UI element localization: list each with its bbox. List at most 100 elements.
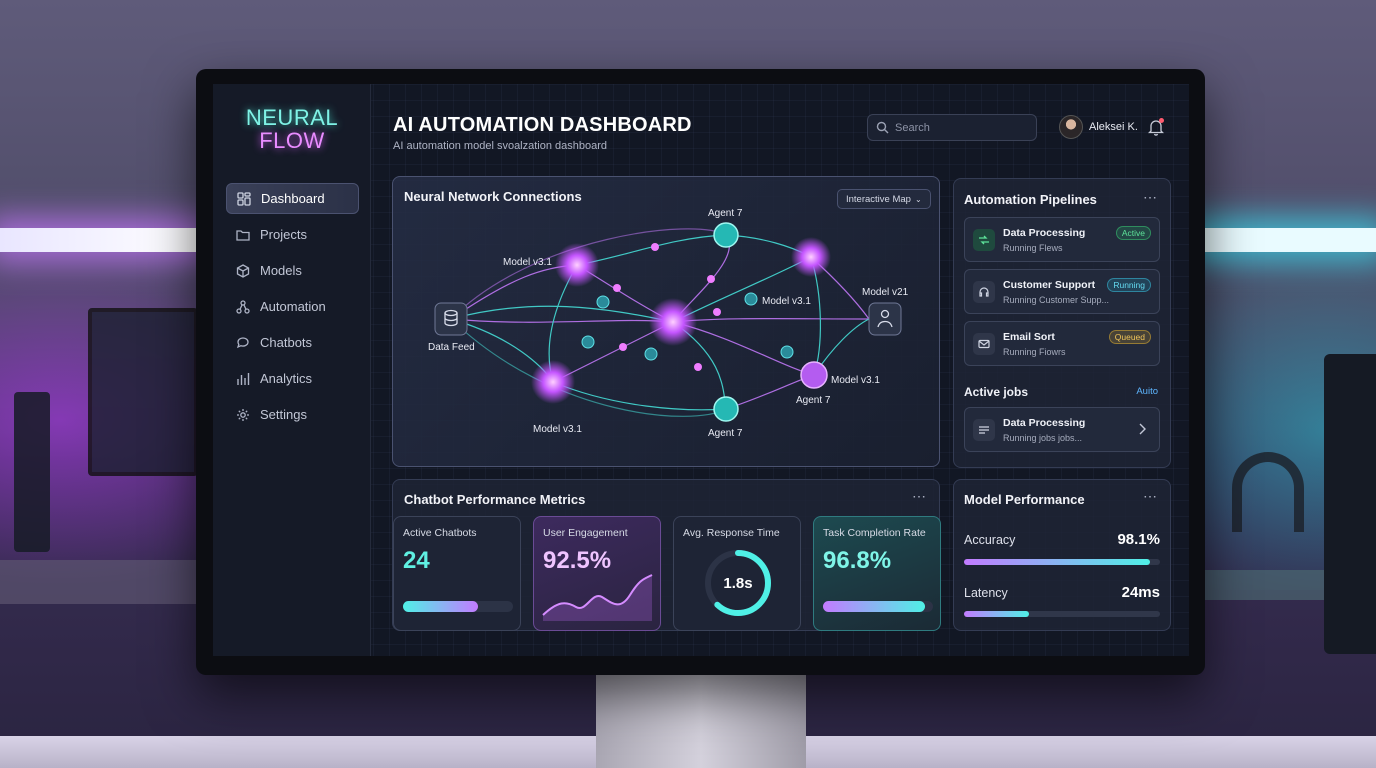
sidebar-nav: Dashboard Projects Models Automation Cha…: [226, 183, 359, 435]
task-completion-tile[interactable]: Task Completion Rate 96.8%: [813, 516, 941, 631]
sidebar-item-settings[interactable]: Settings: [226, 399, 359, 430]
sidebar-item-analytics[interactable]: Analytics: [226, 363, 359, 394]
data-feed-node[interactable]: [434, 302, 468, 336]
brand-line-1: NEURAL: [245, 105, 339, 130]
flow-icon: [973, 229, 995, 251]
folder-icon: [236, 229, 250, 241]
gauge-value: 1.8s: [723, 575, 752, 592]
dashboard-screen: NEURAL FLOW Dashboard Projects Models Au…: [213, 84, 1189, 656]
model-performance-title: Model Performance: [964, 492, 1085, 507]
status-badge: Active: [1115, 226, 1151, 240]
sidebar-item-label: Models: [260, 263, 302, 278]
monitor-stand: [596, 672, 806, 768]
engagement-sparkline: [542, 574, 653, 621]
background-speaker: [14, 392, 50, 552]
active-jobs-title: Active jobs: [964, 385, 1029, 399]
page-subtitle: AI automation model svoalzation dashboar…: [393, 140, 608, 152]
pipeline-status-text: Running Fiowrs: [1003, 347, 1066, 357]
automation-pipelines-card: Automation Pipelines ⋯ Data Processing R…: [953, 178, 1171, 468]
background-pc-tower: [1324, 354, 1376, 654]
bar-chart-icon: [237, 372, 250, 385]
chatbot-metrics-card: Chatbot Performance Metrics ⋯ Active Cha…: [392, 479, 941, 631]
metric-label: Task Completion Rate: [823, 527, 926, 539]
accuracy-value: 98.1%: [1117, 531, 1160, 548]
sidebar-item-projects[interactable]: Projects: [226, 219, 359, 250]
pipeline-item[interactable]: Data Processing Running Flews Active: [964, 217, 1160, 262]
gear-icon: [237, 408, 249, 421]
progress-fill: [823, 601, 926, 612]
metric-label: User Engagement: [543, 527, 628, 539]
progress-track: [403, 601, 513, 612]
progress-fill: [403, 601, 478, 612]
model-node-right-lower[interactable]: [800, 361, 828, 389]
neural-network-graph[interactable]: Model v3.1 Agent 7 Model v3.1 Model v21 …: [393, 177, 941, 468]
signal-dot: [713, 308, 721, 316]
list-icon: [973, 419, 995, 441]
user-profile[interactable]: Aleksei K.: [1059, 115, 1138, 139]
search-input[interactable]: [895, 121, 1025, 134]
node-label: Data Feed: [428, 342, 475, 353]
workflow-icon: [236, 299, 250, 314]
avatar[interactable]: [1059, 115, 1083, 139]
small-node: [596, 295, 610, 309]
more-options-icon[interactable]: ⋯: [1143, 189, 1158, 206]
signal-dot: [707, 275, 715, 283]
active-jobs-auto-link[interactable]: Auito: [1136, 386, 1158, 397]
user-output-node[interactable]: [868, 302, 902, 336]
model-node-top-right[interactable]: [791, 237, 831, 277]
brand-logo: NEURAL FLOW: [213, 106, 371, 152]
shelf-left: [0, 560, 200, 604]
pipeline-name: Data Processing: [1003, 227, 1086, 239]
model-performance-card: Model Performance ⋯ Accuracy 98.1% Laten…: [953, 479, 1171, 631]
sidebar-item-dashboard[interactable]: Dashboard: [226, 183, 359, 214]
pipeline-status-text: Running Customer Supp...: [1003, 295, 1110, 305]
node-label: Model v21: [862, 287, 909, 298]
sidebar-item-label: Analytics: [260, 371, 313, 386]
response-time-tile[interactable]: Avg. Response Time 1.8s: [673, 516, 801, 631]
metric-value: 96.8%: [823, 547, 892, 574]
headset-icon: [973, 281, 995, 303]
metric-label: Active Chatbots: [403, 527, 477, 539]
response-time-gauge: 1.8s: [705, 550, 771, 616]
central-hub-node[interactable]: [649, 298, 697, 346]
search-box[interactable]: [867, 114, 1037, 141]
metrics-title: Chatbot Performance Metrics: [404, 492, 586, 507]
sidebar-item-chatbots[interactable]: Chatbots: [226, 327, 359, 358]
more-options-icon[interactable]: ⋯: [1143, 488, 1158, 505]
pipeline-item[interactable]: Customer Support Running Customer Supp..…: [964, 269, 1160, 314]
active-chatbots-tile[interactable]: Active Chatbots 24: [393, 516, 521, 631]
node-label: Model v3.1: [831, 375, 880, 386]
accuracy-fill: [964, 559, 1151, 565]
sidebar: NEURAL FLOW Dashboard Projects Models Au…: [213, 84, 371, 656]
pipeline-item[interactable]: Email Sort Running Fiowrs Queued: [964, 321, 1160, 366]
brand-line-2: FLOW: [259, 128, 325, 153]
node-label: Agent 7: [708, 208, 743, 219]
small-node: [780, 345, 794, 359]
metric-label: Avg. Response Time: [683, 527, 780, 539]
agent-node-bottom[interactable]: [713, 396, 739, 422]
job-status-text: Running jobs jobs...: [1003, 433, 1083, 443]
status-badge: Queued: [1108, 330, 1151, 344]
node-label: Agent 7: [708, 428, 743, 439]
agent-node-top[interactable]: [713, 222, 739, 248]
sidebar-item-models[interactable]: Models: [226, 255, 359, 286]
node-label: Model v3.1: [503, 257, 552, 268]
metric-value: 24: [403, 547, 430, 574]
latency-value: 24ms: [1121, 584, 1160, 601]
more-options-icon[interactable]: ⋯: [912, 488, 927, 505]
chevron-right-icon: [1139, 423, 1146, 435]
chat-icon: [236, 336, 249, 348]
node-label: Model v3.1: [533, 424, 582, 435]
mail-icon: [973, 333, 995, 355]
accuracy-track: [964, 559, 1160, 565]
status-badge: Running: [1107, 278, 1151, 292]
sidebar-item-automation[interactable]: Automation: [226, 291, 359, 322]
active-job-item[interactable]: Data Processing Running jobs jobs...: [964, 407, 1160, 452]
accuracy-label: Accuracy: [964, 533, 1016, 547]
user-engagement-tile[interactable]: User Engagement 92.5%: [533, 516, 661, 631]
signal-dot: [694, 363, 702, 371]
sidebar-item-label: Settings: [260, 407, 307, 422]
model-node-bottom-left[interactable]: [531, 360, 575, 404]
model-node-top-left[interactable]: [555, 243, 599, 287]
led-strip-left: [0, 228, 200, 252]
